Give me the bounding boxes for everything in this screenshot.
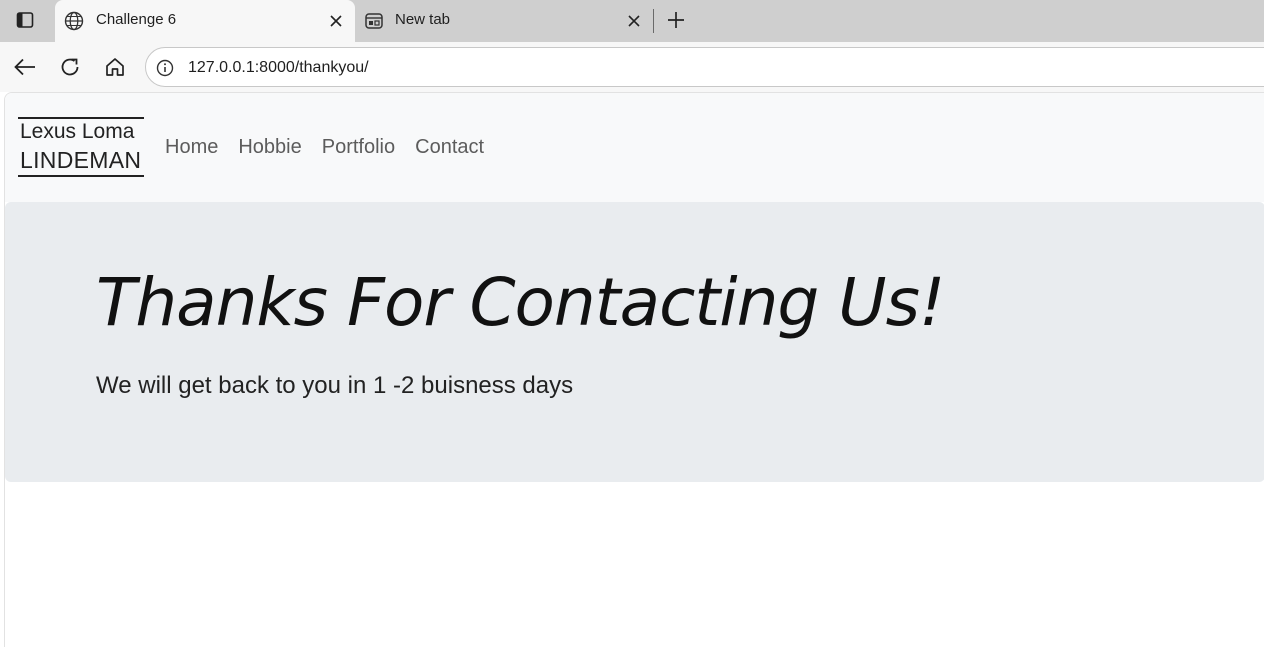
close-tab-icon[interactable]: [325, 10, 347, 32]
back-arrow-icon: [14, 58, 36, 76]
address-bar[interactable]: 127.0.0.1:8000/thankyou/: [145, 47, 1264, 87]
close-tab-icon[interactable]: [623, 10, 645, 32]
nav-link-home[interactable]: Home: [165, 136, 218, 159]
globe-icon: [63, 10, 85, 32]
tab-actions-icon: [16, 11, 34, 29]
tab-title: Challenge 6: [96, 11, 177, 28]
home-icon: [104, 56, 126, 78]
lead-text: We will get back to you in 1 -2 buisness…: [96, 372, 574, 399]
site-brand[interactable]: Lexus Loma LINDEMAN: [18, 117, 144, 177]
back-button[interactable]: [10, 52, 40, 82]
nav-link-hobbie[interactable]: Hobbie: [238, 136, 301, 159]
new-tab-page-icon: [363, 10, 385, 32]
page-heading: Thanks For Contacting Us!: [96, 264, 945, 341]
url-text: 127.0.0.1:8000/thankyou/: [188, 59, 369, 76]
tab-challenge-6[interactable]: Challenge 6: [55, 0, 355, 42]
new-tab-button[interactable]: [662, 6, 690, 34]
thank-you-banner: Thanks For Contacting Us! We will get ba…: [5, 202, 1264, 482]
tab-title: New tab: [395, 11, 451, 28]
home-button[interactable]: [100, 52, 130, 82]
tab-actions-button[interactable]: [8, 4, 42, 36]
plus-icon: [667, 11, 685, 29]
tab-strip: Challenge 6 New tab: [0, 0, 1264, 42]
reload-icon: [59, 56, 81, 78]
nav-link-portfolio[interactable]: Portfolio: [322, 136, 395, 159]
site-navbar: Lexus Loma LINDEMAN Home Hobbie Portfoli…: [5, 93, 1264, 202]
nav-link-contact[interactable]: Contact: [415, 136, 484, 159]
nav-links: Home Hobbie Portfolio Contact: [165, 136, 504, 159]
browser-toolbar: 127.0.0.1:8000/thankyou/: [0, 42, 1264, 92]
brand-last-name: LINDEMAN: [20, 147, 142, 173]
brand-first-name: Lexus Loma: [20, 120, 135, 143]
reload-button[interactable]: [55, 52, 85, 82]
tab-separator: [653, 9, 654, 33]
site-info-icon[interactable]: [156, 59, 174, 77]
page-viewport: Lexus Loma LINDEMAN Home Hobbie Portfoli…: [4, 92, 1264, 647]
tab-new-tab[interactable]: New tab: [357, 0, 653, 42]
